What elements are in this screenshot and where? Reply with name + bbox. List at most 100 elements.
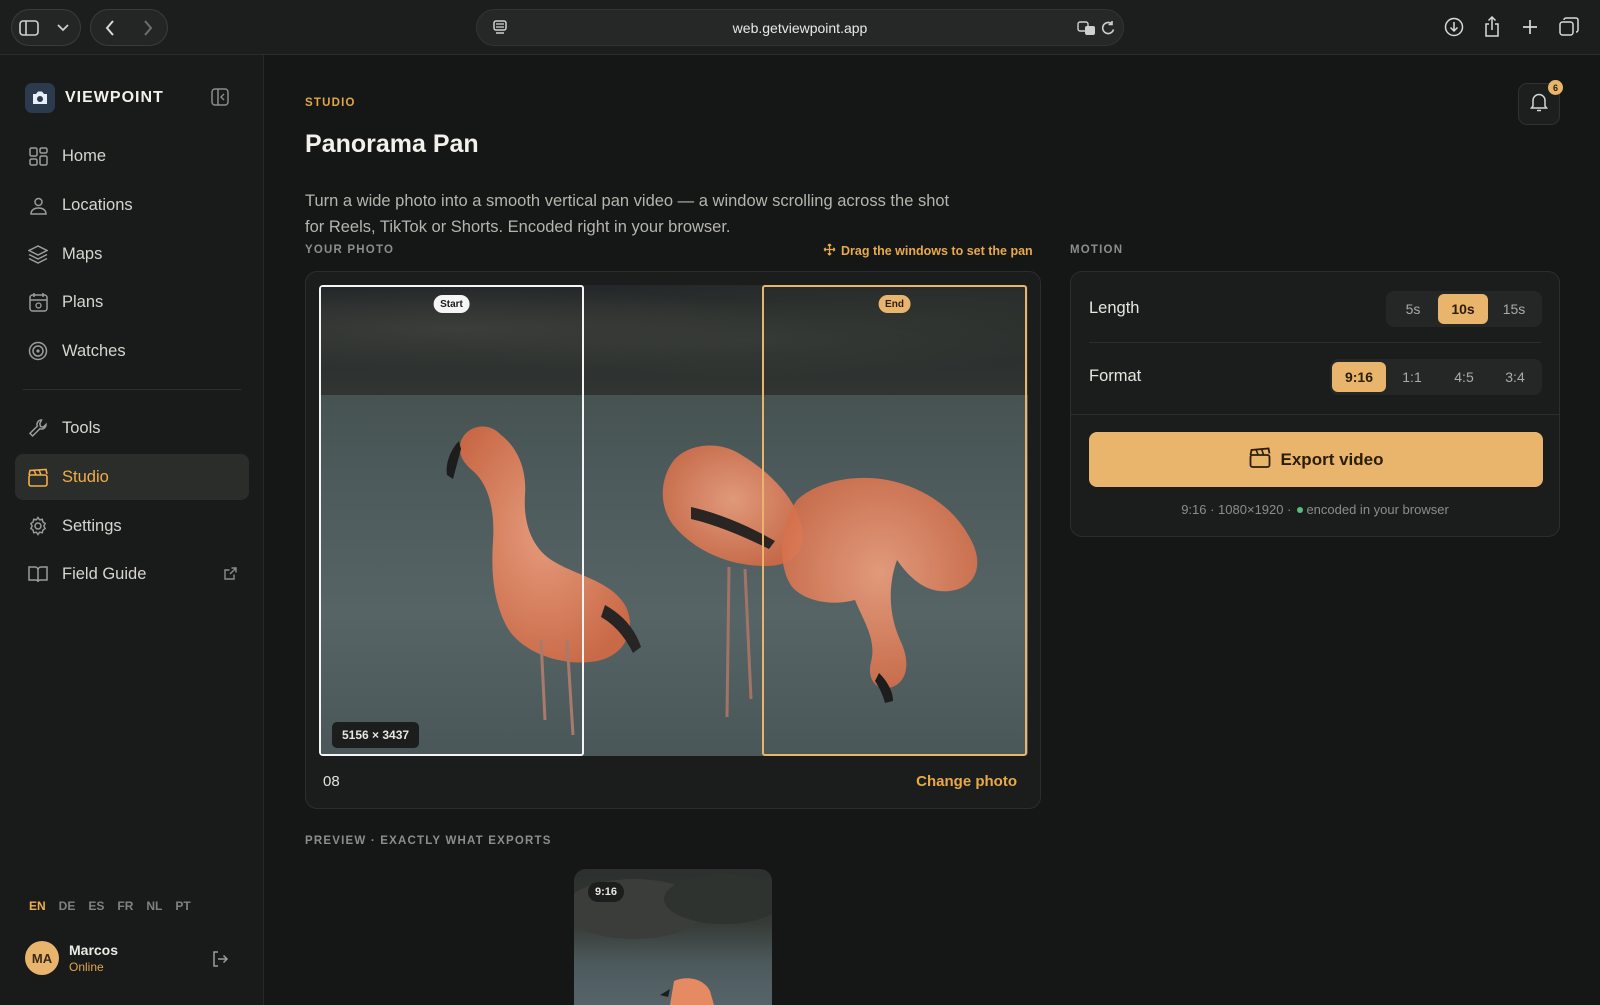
sidebar-item-label: Field Guide — [62, 564, 147, 583]
brand[interactable]: VIEWPOINT — [25, 83, 164, 113]
export-encoding-info: encoded in your browser — [1306, 502, 1449, 517]
language-fr[interactable]: FR — [117, 899, 133, 913]
panorama-photo: Start 5156 × 3437 End — [319, 285, 1028, 756]
length-selector: 5s 10s 15s — [1386, 291, 1542, 327]
change-photo-button[interactable]: Change photo — [916, 773, 1017, 790]
brand-name: VIEWPOINT — [65, 89, 164, 106]
gear-icon — [27, 515, 49, 537]
calendar-icon — [27, 291, 49, 313]
logout-icon[interactable] — [211, 950, 229, 973]
format-selector: 9:16 1:1 4:5 3:4 — [1330, 359, 1542, 395]
download-icon[interactable] — [1441, 14, 1467, 40]
language-pt[interactable]: PT — [175, 899, 190, 913]
format-option-1-1[interactable]: 1:1 — [1386, 362, 1438, 392]
share-icon[interactable] — [1479, 14, 1505, 40]
sidebar-item-maps[interactable]: Maps — [15, 231, 249, 277]
back-icon[interactable] — [98, 16, 122, 40]
new-tab-icon[interactable] — [1517, 14, 1543, 40]
status-dot — [1297, 507, 1304, 513]
export-format-info: 9:16 · 1080×1920 · — [1181, 502, 1292, 517]
sidebar-toggle-icon[interactable] — [17, 16, 41, 40]
language-es[interactable]: ES — [88, 899, 104, 913]
sidebar-item-label: Studio — [62, 467, 109, 486]
end-window[interactable]: End — [762, 285, 1027, 756]
language-en[interactable]: EN — [29, 899, 46, 913]
bell-icon — [1530, 92, 1548, 117]
sidebar-item-settings[interactable]: Settings — [15, 503, 249, 549]
clapper-icon — [27, 466, 49, 488]
user-name: Marcos — [69, 942, 119, 958]
start-window[interactable]: Start 5156 × 3437 — [319, 285, 584, 756]
motion-card: Length 5s 10s 15s Format 9:16 1:1 4:5 3:… — [1070, 271, 1560, 537]
sidebar-item-watches[interactable]: Watches — [15, 328, 249, 374]
photo-filename: 08 — [323, 773, 340, 790]
sidebar-item-label: Home — [62, 146, 107, 165]
photo-dimensions: 5156 × 3437 — [332, 722, 420, 748]
sidebar-item-tools[interactable]: Tools — [15, 405, 249, 451]
watch-icon — [27, 340, 49, 362]
language-de[interactable]: DE — [59, 899, 76, 913]
layers-icon — [27, 243, 49, 265]
language-nl[interactable]: NL — [146, 899, 162, 913]
sidebar-item-label: Maps — [62, 244, 103, 263]
page-title: Panorama Pan — [305, 130, 479, 158]
sidebar-item-label: Watches — [62, 341, 126, 360]
user-status: Online — [69, 960, 104, 974]
preview-format-tag: 9:16 — [588, 882, 625, 902]
url-text: web.getviewpoint.app — [732, 20, 868, 36]
export-meta: 9:16 · 1080×1920 · encoded in your browse… — [1071, 502, 1559, 517]
export-video-label: Export video — [1280, 449, 1384, 469]
sidebar: VIEWPOINT Home Locations Maps Plans Watc… — [0, 55, 264, 1005]
sidebar-item-plans[interactable]: Plans — [15, 279, 249, 325]
end-window-label: End — [878, 295, 911, 313]
reload-icon[interactable] — [1101, 20, 1116, 41]
photo-section-label: YOUR PHOTO — [305, 244, 395, 256]
page-eyebrow: STUDIO — [305, 97, 356, 109]
grid-icon — [27, 145, 49, 167]
chevron-down-icon[interactable] — [51, 16, 75, 40]
sidebar-item-label: Locations — [62, 195, 133, 214]
move-icon — [823, 243, 836, 259]
sidebar-toggle-group[interactable] — [11, 9, 81, 46]
location-icon — [27, 194, 49, 216]
history-nav-group — [90, 9, 168, 46]
format-option-9-16[interactable]: 9:16 — [1332, 362, 1386, 392]
start-window-label: Start — [433, 295, 470, 313]
drag-hint: Drag the windows to set the pan — [823, 243, 1033, 259]
preview-section-label: PREVIEW · EXACTLY WHAT EXPORTS — [305, 835, 552, 847]
address-bar[interactable]: web.getviewpoint.app — [476, 9, 1124, 46]
sidebar-item-field-guide[interactable]: Field Guide — [15, 551, 249, 597]
sidebar-item-label: Plans — [62, 292, 104, 311]
format-option-4-5[interactable]: 4:5 — [1438, 362, 1490, 392]
length-label: Length — [1089, 299, 1140, 317]
clapper-icon — [1249, 447, 1271, 473]
notification-badge: 6 — [1548, 80, 1563, 95]
motion-section-label: MOTION — [1070, 244, 1124, 256]
photo-card: Start 5156 × 3437 End 08 Change photo — [305, 271, 1041, 809]
language-switcher: EN DE ES FR NL PT — [29, 899, 191, 913]
external-link-icon — [224, 566, 237, 585]
forward-icon[interactable] — [136, 16, 160, 40]
collapse-sidebar-icon[interactable] — [211, 88, 229, 111]
length-option-15s[interactable]: 15s — [1488, 294, 1540, 324]
export-video-button[interactable]: Export video — [1089, 432, 1543, 487]
motion-divider — [1089, 342, 1541, 343]
motion-divider — [1071, 414, 1559, 415]
camera-logo-icon — [25, 83, 55, 113]
sidebar-item-studio[interactable]: Studio — [15, 454, 249, 500]
user-profile[interactable]: MA Marcos Online — [25, 941, 118, 975]
drag-hint-text: Drag the windows to set the pan — [841, 244, 1033, 258]
wrench-icon — [27, 417, 49, 439]
book-icon — [27, 563, 49, 585]
translate-icon[interactable] — [1077, 20, 1097, 41]
browser-toolbar: web.getviewpoint.app — [0, 0, 1600, 55]
export-preview: 9:16 — [574, 869, 772, 1005]
sidebar-item-home[interactable]: Home — [15, 133, 249, 179]
page-description: Turn a wide photo into a smooth vertical… — [305, 192, 950, 236]
format-option-3-4[interactable]: 3:4 — [1490, 362, 1540, 392]
length-option-5s[interactable]: 5s — [1388, 294, 1438, 324]
sidebar-item-label: Tools — [62, 418, 101, 437]
sidebar-item-locations[interactable]: Locations — [15, 182, 249, 228]
tabs-overview-icon[interactable] — [1556, 14, 1582, 40]
length-option-10s[interactable]: 10s — [1438, 294, 1488, 324]
